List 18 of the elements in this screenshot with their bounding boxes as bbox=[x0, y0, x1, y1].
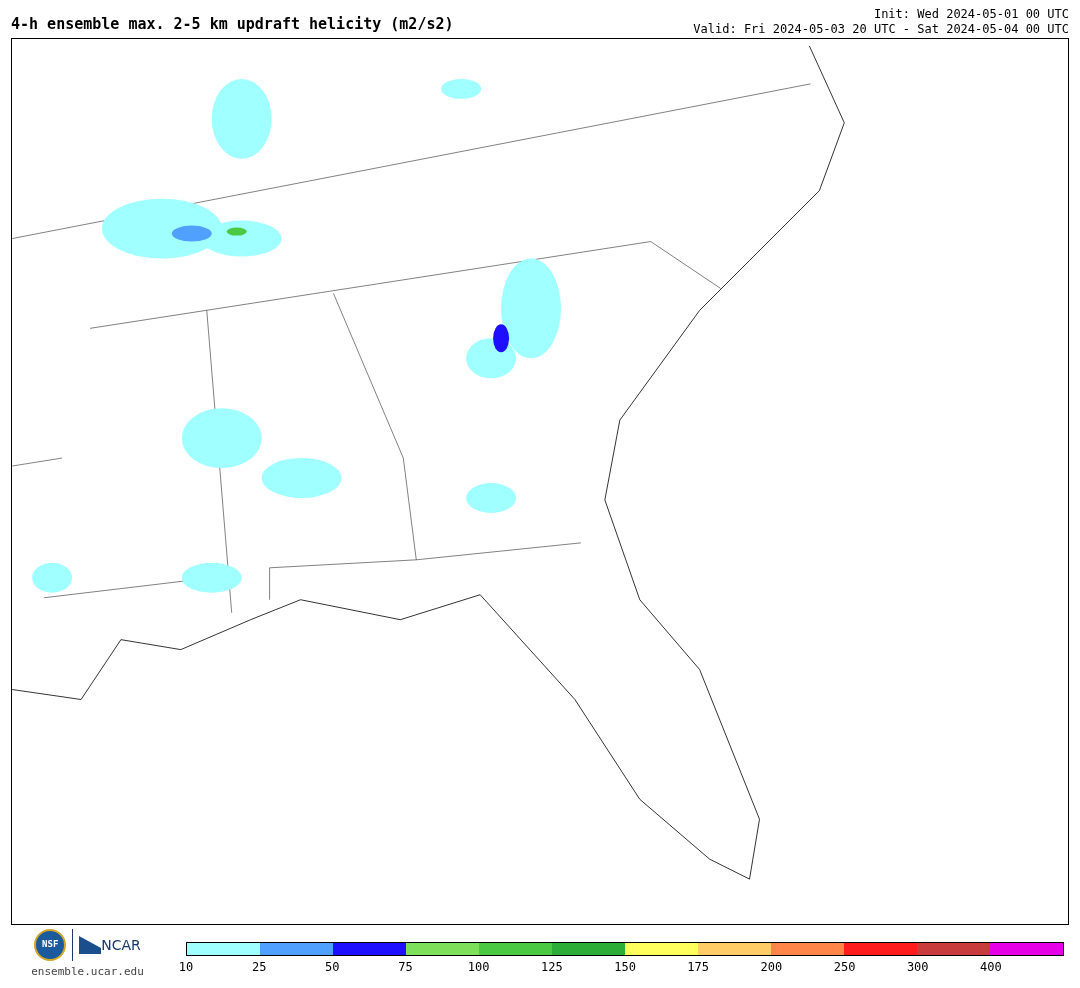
scale-tick-label: 50 bbox=[325, 961, 340, 973]
scale-tick-label: 25 bbox=[251, 961, 267, 973]
scale-tick-label: 125 bbox=[541, 961, 563, 973]
scale-tick-label: 400 bbox=[980, 961, 1002, 973]
scale-tick-label: 10 bbox=[178, 961, 194, 973]
scale-tick-label: 100 bbox=[467, 961, 490, 973]
scale-tick-label: 250 bbox=[833, 961, 856, 973]
chart-title: 4-h ensemble max. 2-5 km updraft helicity (m2/s2) bbox=[11, 17, 454, 32]
valid-time: Valid: Fri 2024-05-03 20 UTC - Sat 2024-05-04 00 UTC bbox=[693, 22, 1069, 37]
nsf-logo: NSF bbox=[34, 929, 67, 961]
scale-tick-label: 300 bbox=[906, 961, 929, 973]
scale-tick-label: 150 bbox=[614, 961, 636, 973]
scale-tick-label: 200 bbox=[760, 961, 783, 973]
scale-tick-label: 75 bbox=[398, 961, 413, 973]
site-url: ensemble.ucar.edu bbox=[31, 964, 144, 980]
scale-tick-label: 175 bbox=[687, 961, 710, 973]
ncar-logo: NCAR bbox=[101, 938, 141, 952]
init-time: Init: Wed 2024-05-01 00 UTC bbox=[873, 7, 1069, 22]
